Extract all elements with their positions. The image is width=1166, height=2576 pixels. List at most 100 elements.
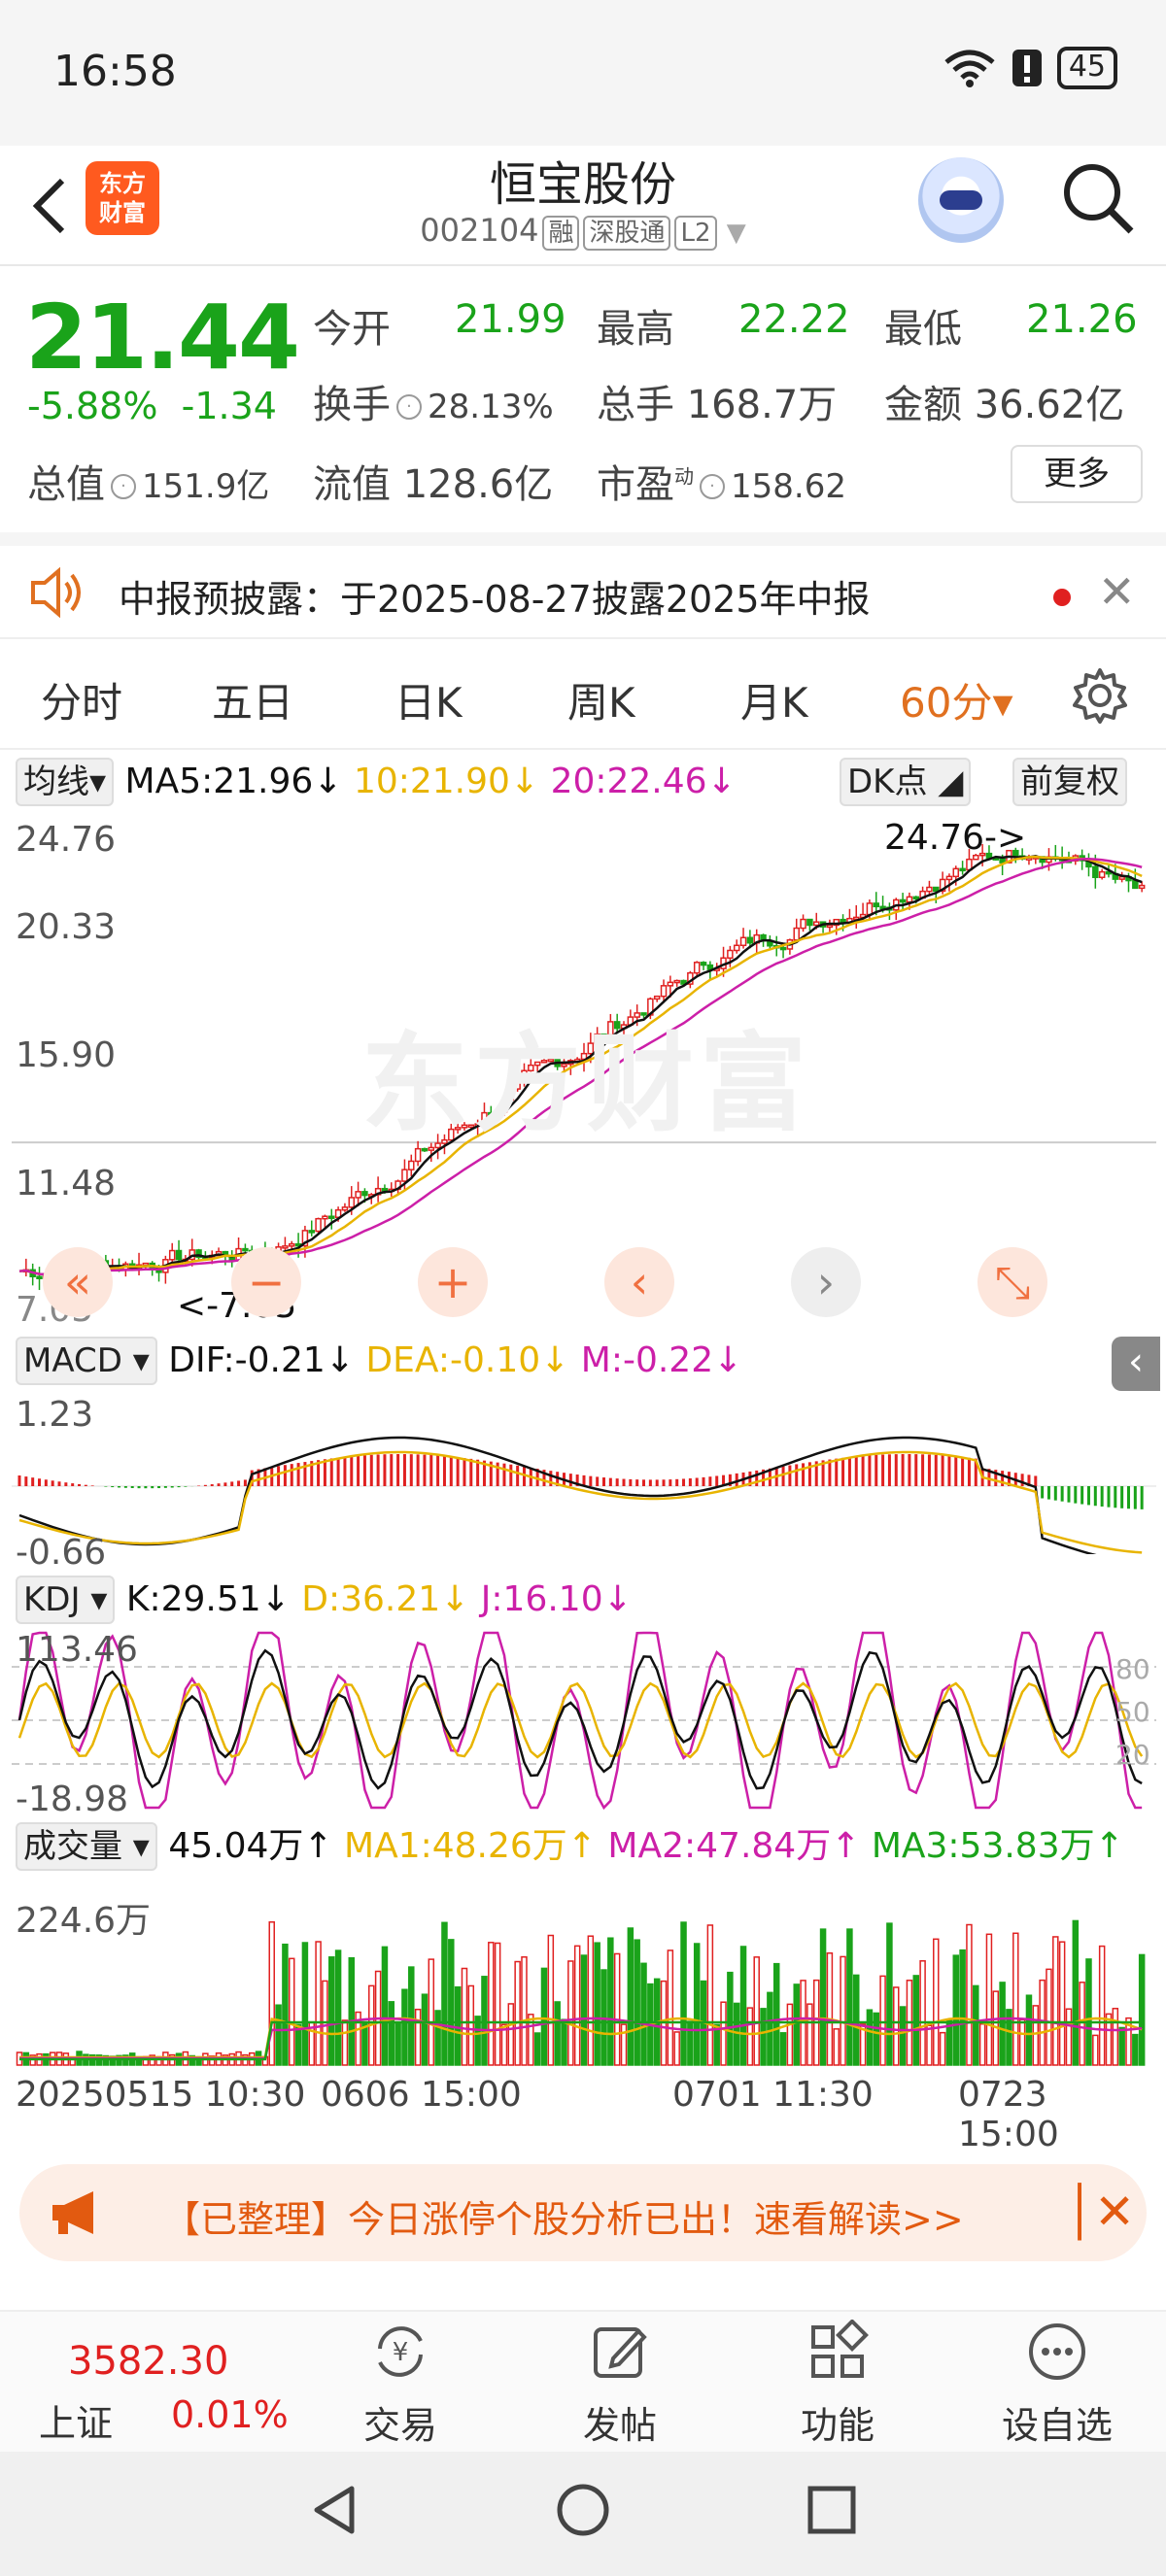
indicator-select-kdj[interactable]: KDJ ▾: [16, 1576, 116, 1624]
zoom-out-icon[interactable]: −: [231, 1247, 301, 1317]
promo-banner[interactable]: 【已整理】今日涨停个股分析已出！速看解读>> │✕: [19, 2164, 1147, 2261]
eastmoney-logo[interactable]: 东方 财富: [86, 161, 159, 235]
kline-chart-area[interactable]: 均线▾ MA5:21.96↓ 10:21.90↓ 20:22.46↓ DK点 ◢…: [12, 754, 1160, 2154]
status-icons: 45: [943, 47, 1117, 89]
zoom-in-icon[interactable]: +: [418, 1247, 488, 1317]
candle-body: [673, 979, 680, 984]
nav-trade[interactable]: ¥ 交易: [332, 2320, 468, 2449]
nav-add-watchlist[interactable]: 设自选: [989, 2320, 1125, 2449]
low-label: 最低: [884, 307, 962, 352]
volume-bar: [939, 2031, 946, 2066]
tab-timeshare[interactable]: 分时: [41, 670, 122, 729]
nav-home-icon[interactable]: [554, 2481, 612, 2539]
volume-bar: [454, 1985, 462, 2066]
more-button[interactable]: 更多: [1011, 445, 1143, 503]
volume-bar: [1132, 2033, 1139, 2066]
candle-body: [727, 949, 734, 959]
candle-body: [667, 981, 674, 987]
volume-bar: [315, 1941, 322, 2066]
volume-legend: 成交量 ▾ 45.04万↑ MA1:48.26万↑ MA2:47.84万↑ MA…: [16, 1822, 1124, 1871]
candle-body: [899, 898, 907, 903]
banner-text: 【已整理】今日涨停个股分析已出！速看解读>>: [163, 2198, 964, 2241]
volume-bar: [573, 1945, 581, 2066]
volume-bar: [301, 1942, 309, 2066]
back-icon[interactable]: [29, 175, 68, 252]
volume-bar: [852, 1974, 860, 2066]
close-icon[interactable]: │✕: [1065, 2184, 1135, 2240]
float-value: 128.6亿: [402, 462, 554, 507]
volume-bar: [1085, 1958, 1092, 2066]
high-value: 22.22: [738, 297, 850, 342]
tab-60min[interactable]: 60分▾: [900, 670, 1013, 729]
candle-body: [1092, 865, 1099, 879]
candle-body: [355, 1191, 361, 1199]
volume-bar: [973, 1984, 979, 2066]
scroll-right-icon[interactable]: ›: [791, 1247, 861, 1317]
volume-bar: [594, 1942, 600, 2066]
kdj-j: J:16.10↓: [480, 1579, 633, 1619]
volume-bar: [687, 2020, 694, 2066]
close-icon[interactable]: ✕: [1098, 565, 1136, 618]
nav-functions[interactable]: 功能: [770, 2319, 906, 2449]
nav-recents-icon[interactable]: [803, 2481, 861, 2539]
kdj-plot[interactable]: [12, 1628, 1156, 1813]
tab-monthly-k[interactable]: 月K: [740, 670, 808, 729]
volume-bar: [282, 1943, 289, 2066]
volume-label: 总手 168.7万: [597, 383, 838, 427]
scroll-left-icon[interactable]: ‹: [604, 1247, 674, 1317]
float-label: 流值 128.6亿: [313, 462, 554, 507]
candle-body: [999, 857, 1006, 864]
volume-bar: [388, 2001, 395, 2066]
tab-five-day[interactable]: 五日: [212, 670, 293, 729]
volume-bar: [1052, 1936, 1059, 2066]
macd-plot[interactable]: [12, 1389, 1156, 1554]
index-value[interactable]: 3582.30: [68, 2339, 228, 2384]
candle-body: [361, 1191, 368, 1197]
tab-daily-k[interactable]: 日K: [394, 670, 463, 729]
candle-body: [322, 1215, 328, 1220]
search-icon[interactable]: [1059, 159, 1137, 237]
volume-bar: [288, 1957, 295, 2066]
candle-body: [793, 927, 800, 941]
index-name[interactable]: 上证: [39, 2393, 113, 2447]
index-pct[interactable]: 0.01%: [171, 2393, 289, 2436]
status-bar: 16:58 45: [0, 0, 1166, 146]
kdj-y-max: 113.46: [16, 1630, 138, 1670]
scroll-left-fast-icon[interactable]: «: [43, 1247, 113, 1317]
indicator-select-macd[interactable]: MACD ▾: [16, 1337, 157, 1385]
volume-bar: [1098, 1945, 1106, 2066]
volume-bar: [779, 2032, 787, 2066]
adjust-button[interactable]: 前复权: [1012, 758, 1127, 806]
volume-bar: [414, 2008, 422, 2066]
stock-code: 002104: [420, 212, 539, 249]
volume-bar: [806, 2003, 813, 2066]
volume-plot[interactable]: [12, 1881, 1156, 2075]
volume-bar: [540, 1967, 548, 2066]
volume-bar: [899, 2006, 907, 2066]
candle-body: [315, 1217, 322, 1233]
side-panel-toggle-icon[interactable]: ‹: [1112, 1337, 1160, 1391]
gear-icon[interactable]: [1071, 666, 1129, 725]
volume-bar: [673, 2031, 680, 2066]
ma-legend: 均线▾ MA5:21.96↓ 10:21.90↓ 20:22.46↓: [16, 758, 737, 806]
dk-point-button[interactable]: DK点 ◢: [840, 758, 972, 806]
volume-bar: [786, 2003, 794, 2066]
amount-value: 36.62亿: [974, 383, 1125, 427]
pe-value: 158.62: [731, 467, 846, 506]
volume-bar: [507, 2003, 515, 2066]
indicator-select-volume[interactable]: 成交量 ▾: [16, 1822, 157, 1871]
nav-back-icon[interactable]: [307, 2481, 365, 2539]
nav-post[interactable]: 发帖: [552, 2320, 688, 2449]
volume-bar: [394, 2021, 401, 2066]
report-notice[interactable]: 中报预披露：于2025-08-27披露2025年中报 ✕: [0, 532, 1166, 639]
fullscreen-icon[interactable]: ⤡: [977, 1247, 1047, 1317]
ma5-value: MA5:21.96↓: [124, 762, 343, 801]
open-label: 今开: [313, 307, 391, 352]
tab-weekly-k[interactable]: 周K: [567, 670, 635, 729]
candle-body: [1138, 884, 1146, 890]
ai-assistant-icon[interactable]: [918, 157, 1004, 243]
y-tick-3: 15.90: [16, 1035, 117, 1075]
volume-bar: [1079, 1982, 1085, 2066]
candle-body: [945, 875, 953, 881]
indicator-select-ma[interactable]: 均线▾: [16, 758, 115, 806]
